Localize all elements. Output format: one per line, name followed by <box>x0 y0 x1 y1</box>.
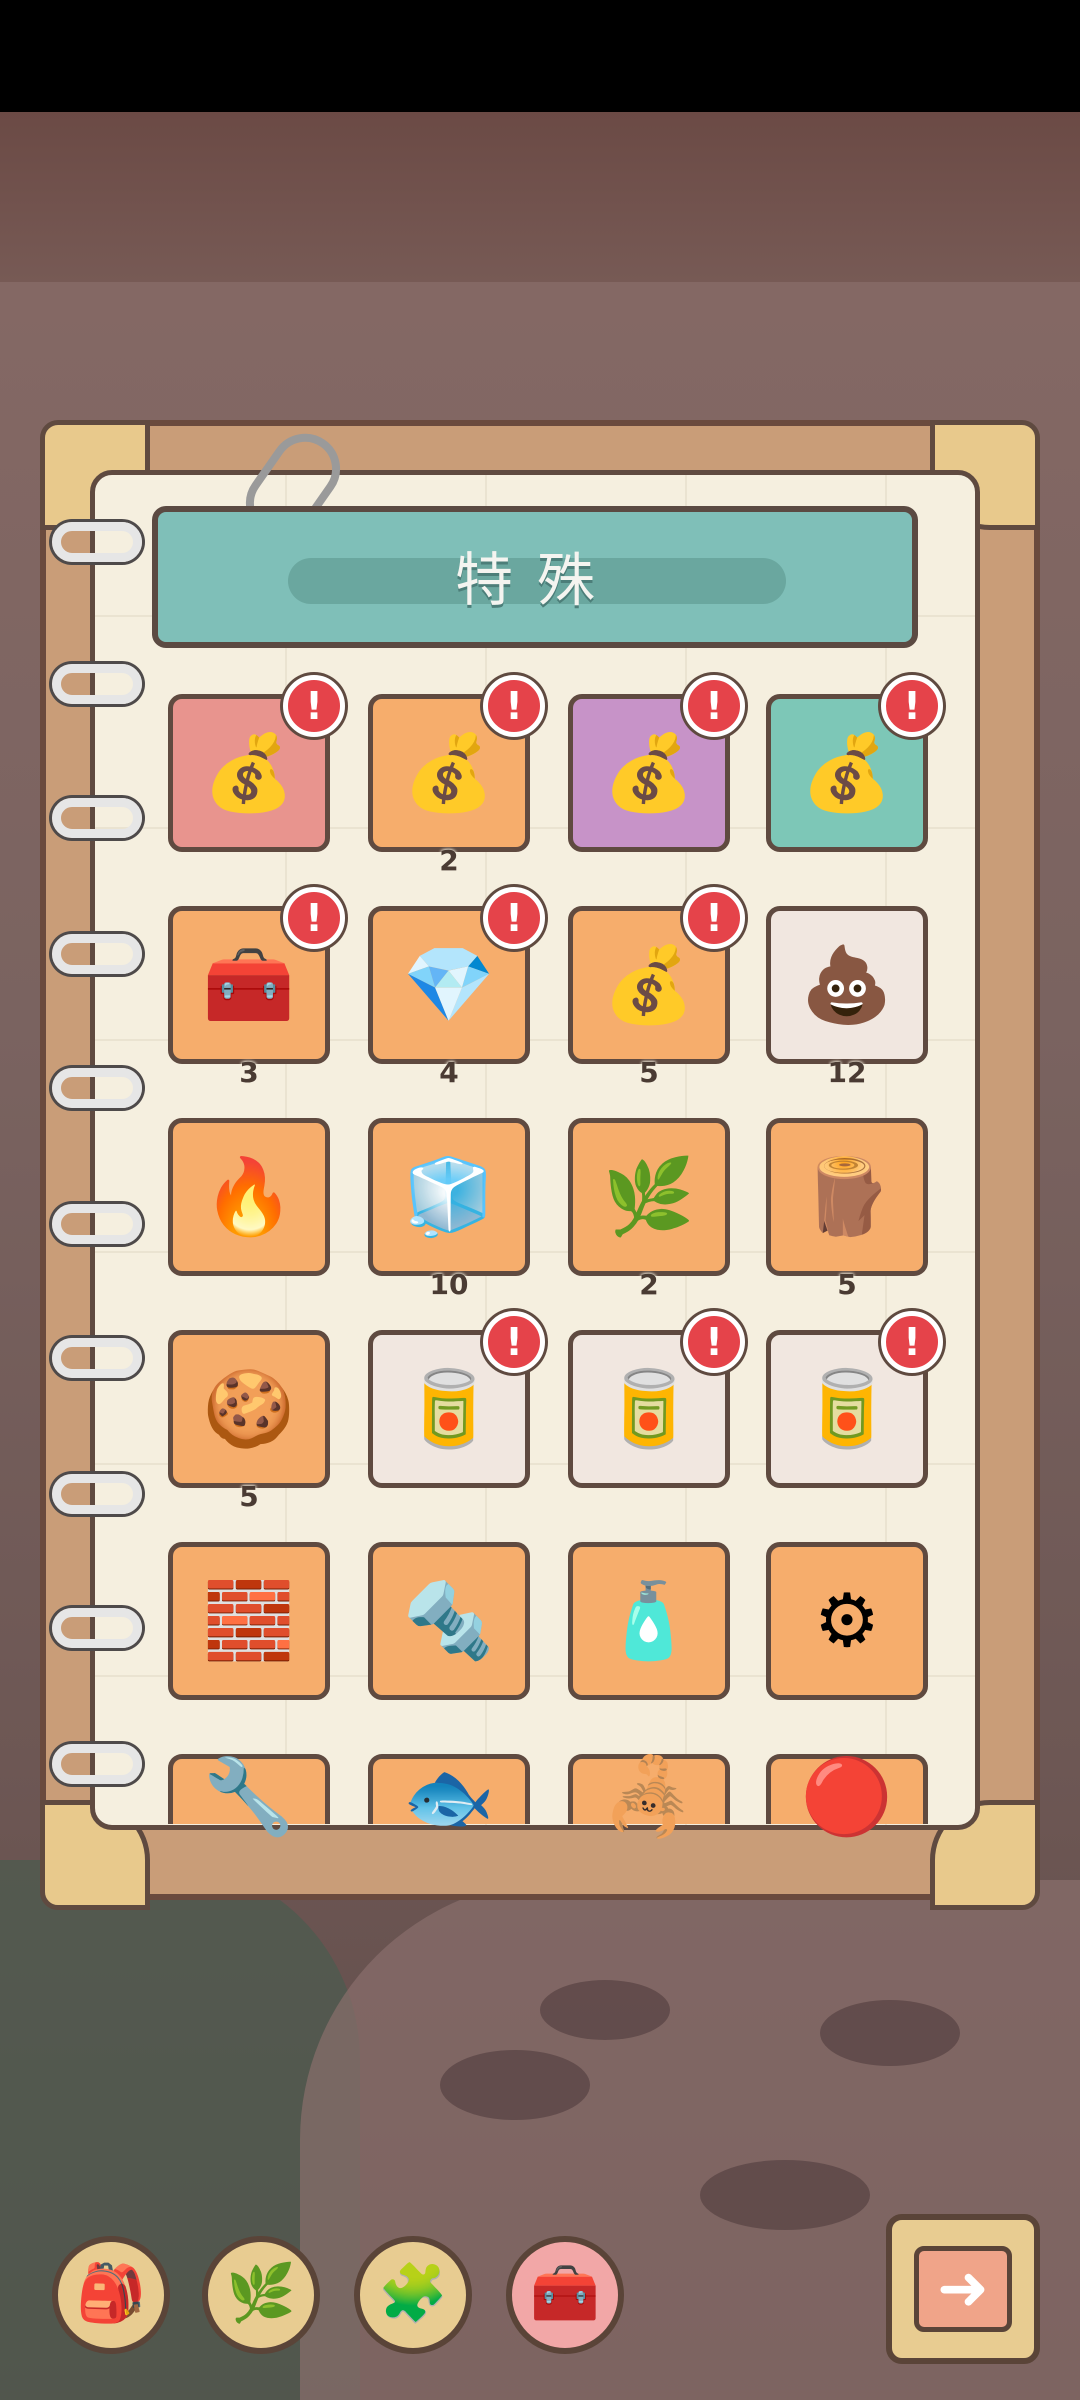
stepping-stone <box>700 2160 870 2230</box>
stepping-stone <box>540 1980 670 2040</box>
stepping-stone <box>440 2050 590 2120</box>
item-slot-gem-sack[interactable]: 💎 4! <box>368 887 545 1089</box>
item-slot-lucky-bag-teal[interactable]: 💰! <box>766 675 943 852</box>
item-slot-scorpion[interactable]: 🦂 <box>568 1754 730 1834</box>
plant-branch-icon: 🌿 <box>226 2261 296 2326</box>
treasure-chest-icon: 🧰 <box>530 2261 600 2326</box>
lucky-bag-icon: 💰 <box>602 730 696 816</box>
item-count: 5 <box>239 1480 259 1513</box>
item-count: 5 <box>837 1268 857 1301</box>
item-slot-lucky-bag-red[interactable]: 💰! <box>168 675 345 852</box>
item-slot-lucky-bag-purple[interactable]: 💰! <box>568 675 745 852</box>
binder-ring <box>52 522 142 562</box>
new-alert-badge: ! <box>483 1311 545 1373</box>
item-slot-lucky-bag-orange[interactable]: 💰 2! <box>368 675 545 877</box>
red-orb-icon: 🔴 <box>800 1754 894 1840</box>
new-alert-badge: ! <box>283 887 345 949</box>
wet-wood-icon: 🪵 <box>800 1154 894 1240</box>
fish-icon: 🐟 <box>402 1754 496 1840</box>
item-slot-can-blue[interactable]: 🥫! <box>368 1311 545 1488</box>
new-alert-badge: ! <box>483 675 545 737</box>
item-count: 10 <box>429 1268 469 1301</box>
nav-button-puzzle[interactable]: 🧩 <box>354 2236 472 2354</box>
fire-emblem-icon: 🔥 <box>202 1154 296 1240</box>
new-alert-badge: ! <box>683 1311 745 1373</box>
binder-ring <box>52 1744 142 1784</box>
lucky-bag-icon: 💰 <box>602 942 696 1028</box>
gem-sack-icon: 💎 <box>402 942 496 1028</box>
lucky-bag-icon: 💰 <box>402 730 496 816</box>
canned-food-icon: 🥫 <box>602 1366 696 1452</box>
item-slot-wet-wood[interactable]: 🪵 5 <box>766 1118 928 1301</box>
item-slot-lucky-bag-blue[interactable]: 💰 5! <box>568 887 745 1089</box>
snack-bag-icon: 🍪 <box>202 1366 296 1452</box>
background-sky <box>0 112 1080 282</box>
item-slot-metal-block[interactable]: 🧱 <box>168 1542 330 1700</box>
status-bar <box>0 0 1080 112</box>
item-slot-root-branch[interactable]: 🌿 2 <box>568 1118 730 1301</box>
item-slot-spray-can[interactable]: 🧴 <box>568 1542 730 1700</box>
spray-can-icon: 🧴 <box>602 1578 696 1664</box>
arrow-right-icon: ➜ <box>914 2246 1012 2332</box>
machine-part-icon: ⚙ <box>813 1578 881 1664</box>
new-alert-badge: ! <box>683 887 745 949</box>
item-slot-poop[interactable]: 💩 12 <box>766 906 928 1089</box>
item-count: 2 <box>439 844 459 877</box>
item-slot-machine-part[interactable]: ⚙ <box>766 1542 928 1700</box>
next-button[interactable]: ➜ <box>886 2214 1040 2364</box>
item-slot-red-fish[interactable]: 🐟 <box>368 1754 530 1834</box>
root-branch-icon: 🌿 <box>602 1154 696 1240</box>
page-title: 特殊 <box>454 546 619 614</box>
binder-ring <box>52 664 142 704</box>
new-alert-badge: ! <box>881 1311 943 1373</box>
scorpion-icon: 🦂 <box>602 1754 696 1840</box>
canned-food-icon: 🥫 <box>800 1366 894 1452</box>
item-count: 2 <box>639 1268 659 1301</box>
nav-button-chest[interactable]: 🧰 <box>506 2236 624 2354</box>
new-alert-badge: ! <box>483 887 545 949</box>
nav-button-plants[interactable]: 🌿 <box>202 2236 320 2354</box>
binder-ring <box>52 1474 142 1514</box>
item-slot-metal-pipe[interactable]: 🔩 <box>368 1542 530 1700</box>
new-alert-badge: ! <box>881 675 943 737</box>
binder-ring <box>52 1068 142 1108</box>
metal-pipe-icon: 🔩 <box>402 1578 496 1664</box>
item-slot-snack-bag[interactable]: 🍪 5 <box>168 1330 330 1513</box>
item-slot-fire-emblem[interactable]: 🔥 <box>168 1118 330 1276</box>
stepping-stone <box>820 2000 960 2066</box>
lucky-bag-icon: 💰 <box>800 730 894 816</box>
treasure-chest-icon: 🧰 <box>202 942 296 1028</box>
gear-part-icon: 🔧 <box>202 1754 296 1840</box>
item-count: 3 <box>239 1056 259 1089</box>
lucky-bag-icon: 💰 <box>202 730 296 816</box>
binder-ring <box>52 1338 142 1378</box>
ice-crystal-icon: 🧊 <box>402 1154 496 1240</box>
poop-icon: 💩 <box>800 942 894 1028</box>
item-slot-can-red[interactable]: 🥫! <box>766 1311 943 1488</box>
backpack-icon: 🎒 <box>76 2261 146 2326</box>
metal-block-icon: 🧱 <box>202 1578 296 1664</box>
puzzle-piece-icon: 🧩 <box>378 2261 448 2326</box>
binder-ring <box>52 1204 142 1244</box>
new-alert-badge: ! <box>683 675 745 737</box>
item-slot-gear-part[interactable]: 🔧 <box>168 1754 330 1834</box>
binder-ring <box>52 934 142 974</box>
item-slot-red-orb[interactable]: 🔴 <box>766 1754 928 1834</box>
item-count: 12 <box>827 1056 867 1089</box>
nav-button-backpack[interactable]: 🎒 <box>52 2236 170 2354</box>
item-slot-ice-crystal[interactable]: 🧊 10 <box>368 1118 530 1301</box>
item-count: 4 <box>439 1056 459 1089</box>
new-alert-badge: ! <box>283 675 345 737</box>
item-slot-treasure-chest[interactable]: 🧰 3! <box>168 887 345 1089</box>
item-count: 5 <box>639 1056 659 1089</box>
binder-ring <box>52 1608 142 1648</box>
item-slot-can-purple[interactable]: 🥫! <box>568 1311 745 1488</box>
canned-food-icon: 🥫 <box>402 1366 496 1452</box>
binder-ring <box>52 798 142 838</box>
